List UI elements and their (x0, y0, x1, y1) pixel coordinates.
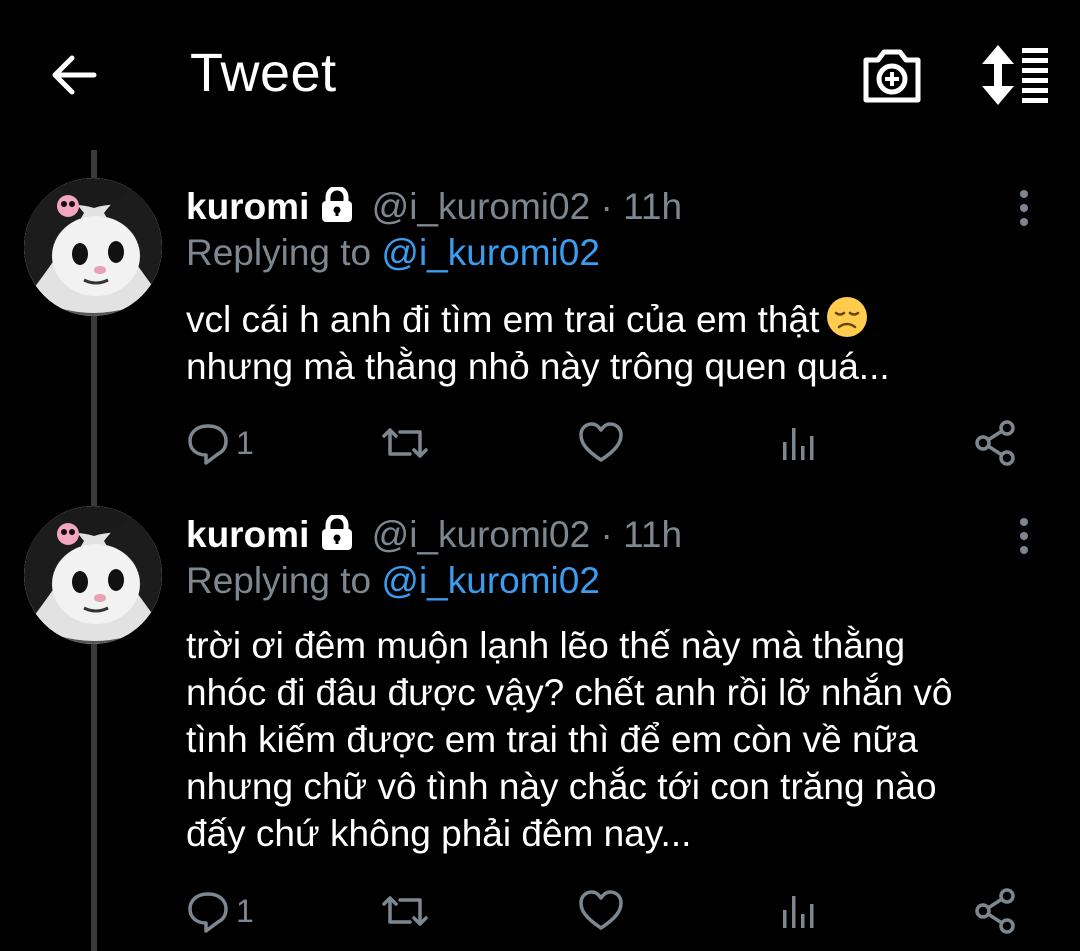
tweet-actions: 1 (0, 418, 1080, 468)
display-name[interactable]: kuromi (186, 514, 309, 555)
avatar[interactable] (24, 506, 162, 644)
disappointed-face-emoji (827, 297, 868, 337)
handle: @i_kuromi02 (371, 514, 591, 555)
tweet-text: vcl cái h anh đi tìm em trai của em thật… (186, 295, 1046, 390)
tweet-text-line: tình kiếm được em trai thì để em còn về … (186, 719, 918, 760)
more-options-icon[interactable] (1008, 514, 1040, 558)
reply-count: 1 (236, 425, 254, 461)
camera-add-icon[interactable] (858, 40, 926, 110)
top-app-bar: Tweet (0, 0, 1080, 150)
avatar[interactable] (24, 178, 162, 316)
tweet-text-line: nhưng chữ vô tình này chắc tới con trăng… (186, 766, 937, 807)
replying-to-handle[interactable]: @i_kuromi02 (381, 232, 600, 273)
replying-to: Replying to @i_kuromi02 (186, 558, 600, 604)
display-name[interactable]: kuromi (186, 186, 309, 227)
retweet-icon[interactable] (380, 886, 430, 936)
handle: @i_kuromi02 (371, 186, 591, 227)
tweet-text: trời ơi đêm muộn lạnh lẽo thế này mà thằ… (186, 622, 1046, 857)
tweet-header: kuromi @i_kuromi02 · 11h (186, 512, 682, 558)
more-options-icon[interactable] (1008, 186, 1040, 230)
tweet-1[interactable]: kuromi @i_kuromi02 · 11h Replying to @i_… (0, 150, 1080, 490)
reply-icon[interactable] (186, 886, 230, 936)
page-title: Tweet (190, 43, 337, 103)
lock-icon (322, 187, 353, 222)
lock-icon (322, 515, 353, 550)
sort-icon[interactable] (976, 40, 1056, 110)
tweet-2[interactable]: kuromi @i_kuromi02 · 11h Replying to @i_… (0, 490, 1080, 951)
share-icon[interactable] (974, 418, 1016, 468)
like-icon[interactable] (578, 418, 624, 468)
tweet-text-line: trời ơi đêm muộn lạnh lẽo thế này mà thằ… (186, 625, 906, 666)
timestamp: 11h (623, 186, 683, 227)
retweet-icon[interactable] (380, 418, 430, 468)
reply-icon[interactable] (186, 418, 230, 468)
tweet-text-line: vcl cái h anh đi tìm em trai của em thật (186, 295, 1046, 343)
tweet-text-line: nhưng mà thằng nhỏ này trông quen quá... (186, 346, 890, 387)
replying-to-label: Replying to (186, 560, 372, 601)
like-icon[interactable] (578, 886, 624, 936)
separator-dot: · (600, 186, 613, 227)
replying-to-label: Replying to (186, 232, 372, 273)
separator-dot: · (600, 514, 613, 555)
reply-count: 1 (236, 893, 254, 929)
tweet-actions: 1 (0, 886, 1080, 936)
replying-to: Replying to @i_kuromi02 (186, 230, 600, 276)
timestamp: 11h (623, 514, 683, 555)
tweet-text-line: đấy chứ không phải đêm nay... (186, 813, 692, 854)
analytics-icon[interactable] (780, 886, 816, 936)
replying-to-handle[interactable]: @i_kuromi02 (381, 560, 600, 601)
share-icon[interactable] (974, 886, 1016, 936)
tweet-text-line: nhóc đi đâu được vậy? chết anh rồi lỡ nh… (186, 672, 953, 713)
arrow-left-icon[interactable] (44, 40, 104, 110)
tweet-header: kuromi @i_kuromi02 · 11h (186, 184, 682, 230)
analytics-icon[interactable] (780, 418, 816, 468)
